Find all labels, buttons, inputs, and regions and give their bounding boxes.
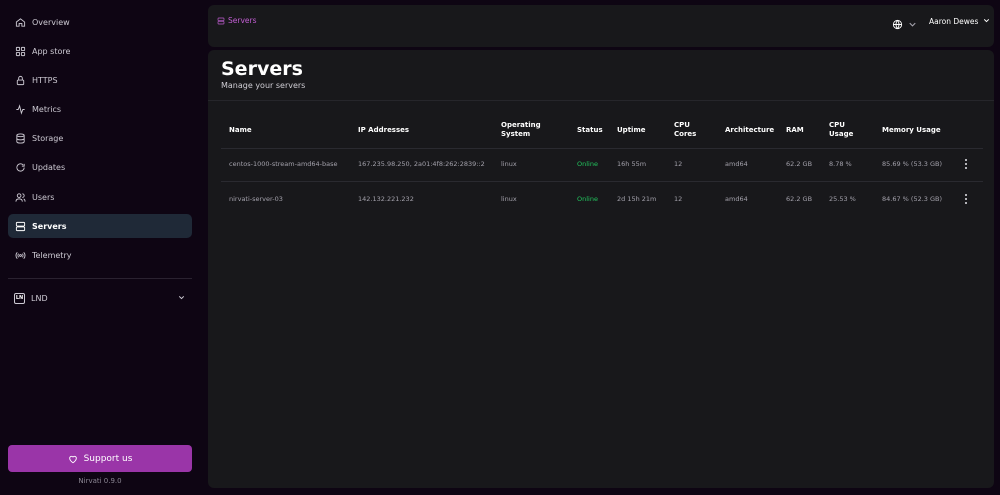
sidebar-item-telemetry[interactable]: Telemetry: [8, 244, 192, 268]
broadcast-icon: [15, 250, 26, 261]
app-label: LND: [31, 293, 48, 303]
topbar: Servers Aaron Dewes: [208, 5, 994, 47]
column-header-uptime: Uptime: [617, 126, 646, 134]
sidebar-item-label: Storage: [32, 134, 64, 144]
chevron-down-icon: [177, 293, 186, 304]
column-header-cores-line1: CPU: [674, 121, 690, 129]
sidebar-item-https[interactable]: HTTPS: [8, 68, 192, 92]
sidebar-item-metrics[interactable]: Metrics: [8, 98, 192, 122]
column-header-os: Operating System: [501, 121, 541, 139]
column-header-os-line2: System: [501, 130, 531, 138]
column-header-cpu-line2: Usage: [829, 130, 854, 138]
column-header-os-line1: Operating: [501, 121, 541, 129]
row-divider: [221, 181, 983, 182]
cell-memory: 85.69 % (53.3 GB): [882, 160, 943, 168]
cell-arch: amd64: [725, 195, 748, 203]
cell-memory: 84.67 % (52.3 GB): [882, 195, 943, 203]
cell-cpu: 8.78 %: [829, 160, 852, 168]
activity-icon: [15, 104, 26, 115]
globe-icon: [892, 19, 903, 30]
sidebar-item-label: Metrics: [32, 105, 62, 115]
sidebar-item-app-store[interactable]: App store: [8, 39, 192, 63]
server-icon: [15, 221, 26, 232]
sidebar-item-label: Updates: [32, 163, 66, 173]
language-selector[interactable]: [892, 15, 918, 34]
cell-status: Online: [577, 195, 598, 203]
sidebar-item-label: Users: [32, 192, 55, 202]
refresh-icon: [15, 162, 26, 173]
column-header-cpu: CPU Usage: [829, 121, 853, 139]
sidebar-item-label: App store: [32, 46, 71, 56]
page-subtitle: Manage your servers: [221, 81, 306, 90]
column-header-arch: Architecture: [725, 126, 775, 134]
sidebar-item-label: Telemetry: [32, 251, 72, 260]
user-menu[interactable]: Aaron Dewes: [929, 16, 991, 27]
support-us-label: Support us: [83, 453, 133, 464]
cell-ram: 62.2 GB: [786, 160, 813, 168]
user-name: Aaron Dewes: [929, 17, 979, 26]
cell-status: Online: [577, 160, 598, 168]
column-header-cpu-line1: CPU: [829, 121, 845, 129]
cell-ip: 142.132.221.232: [358, 195, 414, 203]
users-icon: [15, 192, 26, 203]
chevron-down-icon: [907, 15, 918, 34]
sidebar-item-label: Overview: [32, 17, 70, 27]
cell-cores: 12: [674, 160, 683, 168]
database-icon: [15, 133, 26, 144]
column-header-cores-line2: Cores: [674, 130, 697, 138]
cell-ram: 62.2 GB: [786, 195, 813, 203]
sidebar-item-label: Servers: [32, 221, 67, 231]
sidebar-item-users[interactable]: Users: [8, 185, 192, 209]
sidebar-nav: Overview App store HTTPS Metrics Storage: [8, 10, 192, 273]
heart-icon: [68, 455, 77, 463]
support-us-button[interactable]: Support us: [8, 445, 192, 472]
cell-uptime: 16h 55m: [617, 160, 647, 168]
lock-icon: [15, 75, 26, 86]
sidebar-item-label: HTTPS: [32, 75, 58, 85]
sidebar: Overview App store HTTPS Metrics Storage: [0, 0, 200, 495]
column-header-ip: IP Addresses: [358, 126, 410, 134]
row-divider: [221, 148, 983, 149]
cell-os: linux: [501, 160, 517, 168]
cell-os: linux: [501, 195, 517, 203]
grid-icon: [15, 46, 26, 57]
cell-name: centos-1000-stream-amd64-base: [229, 160, 338, 168]
row-menu-icon[interactable]: [962, 194, 970, 204]
home-icon: [15, 17, 26, 28]
app-badge: LN: [14, 292, 25, 304]
cell-cpu: 25.53 %: [829, 195, 856, 203]
sidebar-item-storage[interactable]: Storage: [8, 127, 192, 151]
sidebar-item-overview[interactable]: Overview: [8, 10, 192, 34]
cell-uptime: 2d 15h 21m: [617, 195, 657, 203]
main-panel: Servers Manage your servers Name IP Addr…: [208, 50, 994, 488]
version-label: Nirvati 0.9.0: [78, 477, 122, 485]
cell-ip: 167.235.98.250, 2a01:4f8:262:2839::2: [358, 160, 485, 168]
server-icon: [217, 17, 225, 24]
cell-name: nirvati-server-03: [229, 195, 283, 203]
column-header-cores: CPU Cores: [674, 121, 696, 139]
sidebar-divider: [8, 278, 192, 279]
sidebar-item-servers[interactable]: Servers: [8, 214, 192, 239]
breadcrumb-label: Servers: [228, 16, 257, 25]
row-menu-icon[interactable]: [962, 159, 970, 169]
sidebar-app-lnd[interactable]: LN LND: [8, 288, 192, 308]
column-header-ram: RAM: [786, 126, 804, 134]
breadcrumb[interactable]: Servers: [217, 16, 257, 25]
chevron-down-icon: [982, 16, 991, 27]
sidebar-item-updates[interactable]: Updates: [8, 156, 192, 180]
page-title: Servers: [221, 58, 303, 80]
cell-arch: amd64: [725, 160, 748, 168]
column-header-memory: Memory Usage: [882, 126, 941, 134]
header-divider: [208, 100, 994, 101]
column-header-status: Status: [577, 126, 603, 134]
column-header-name: Name: [229, 126, 252, 134]
cell-cores: 12: [674, 195, 683, 203]
